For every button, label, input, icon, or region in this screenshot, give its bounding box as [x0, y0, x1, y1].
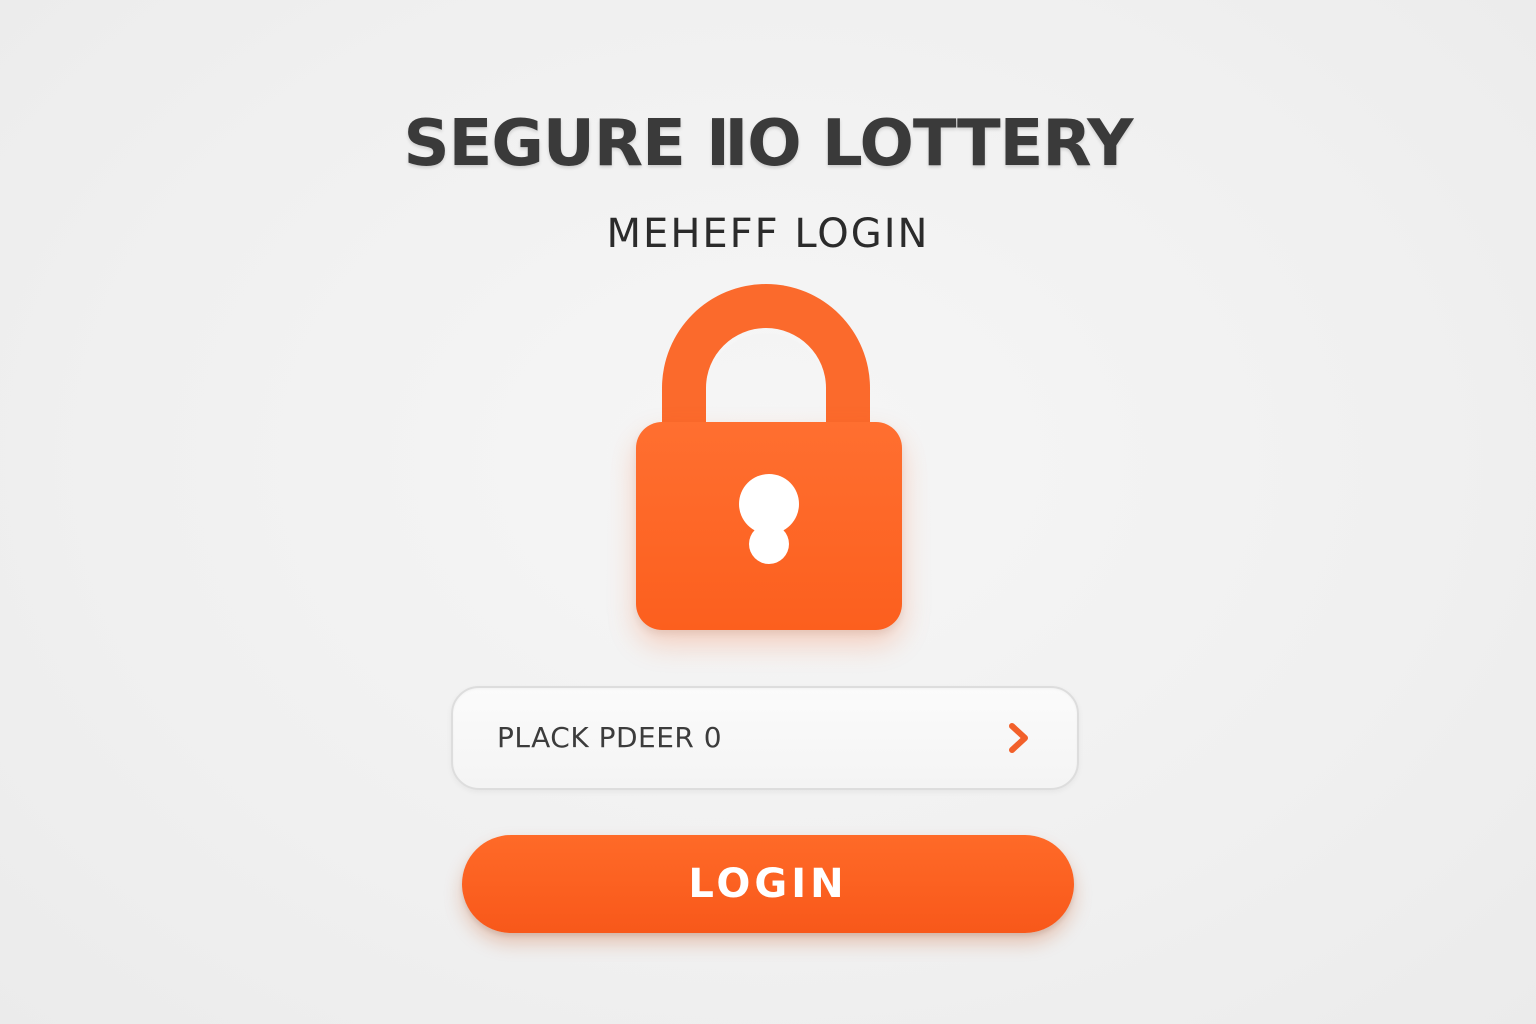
login-button-label: LOGIN [688, 861, 848, 907]
chevron-right-icon[interactable] [999, 718, 1039, 758]
padlock-icon [636, 284, 902, 630]
input-placeholder: PLACK PDEER 0 [497, 721, 723, 754]
app-title: SEGURE ⅡO LOTTERY [403, 107, 1134, 181]
page-subtitle: MEHEFF LOGIN [606, 211, 930, 257]
padlock-body [636, 422, 902, 630]
login-button[interactable]: LOGIN [462, 835, 1074, 933]
keyhole-icon [736, 474, 802, 566]
code-input-field[interactable]: PLACK PDEER 0 [451, 686, 1079, 790]
